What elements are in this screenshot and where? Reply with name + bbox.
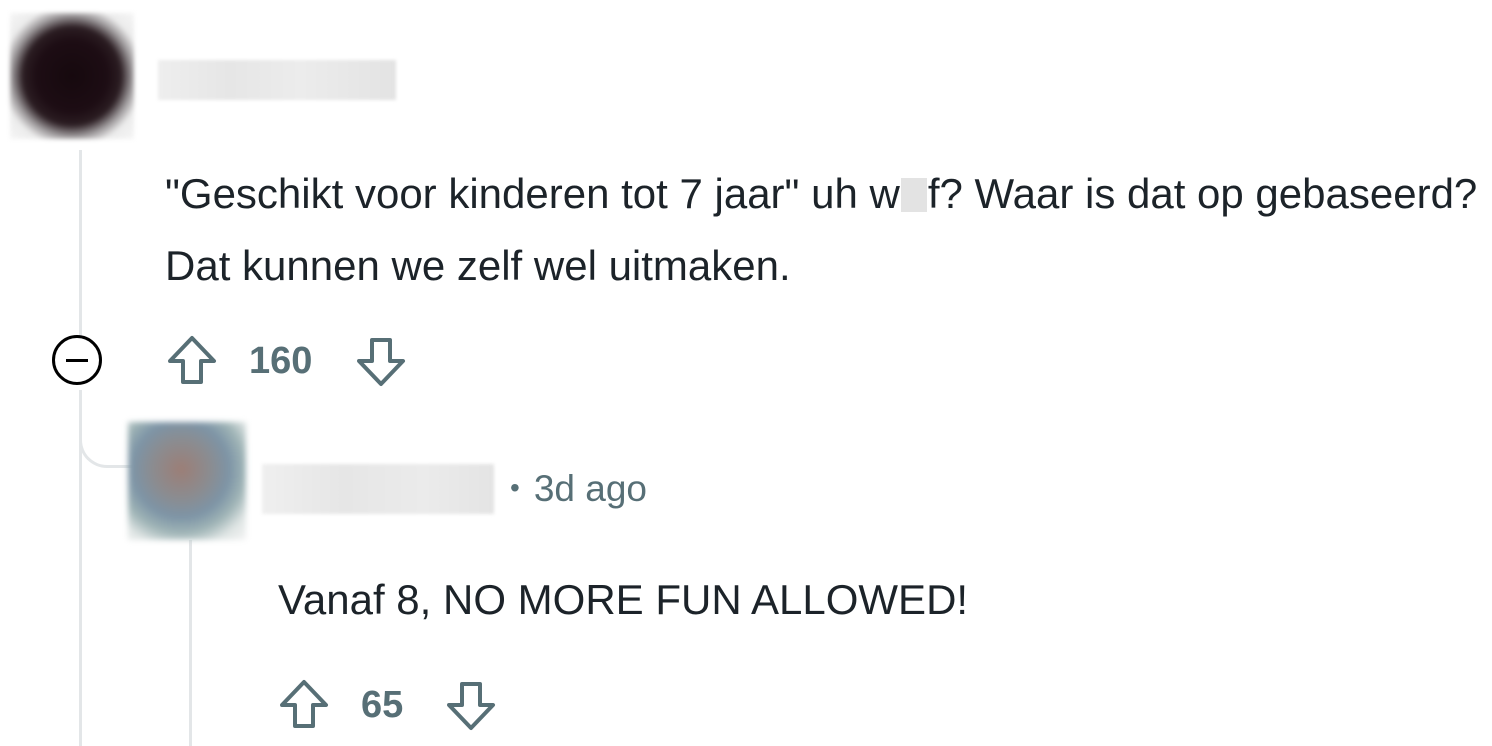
reply-timestamp: 3d ago	[533, 468, 647, 509]
reply-avatar[interactable]	[128, 422, 246, 540]
censored-text	[900, 178, 927, 212]
reply-meta: • 3d ago	[510, 468, 647, 510]
vote-count: 160	[249, 340, 313, 382]
reply-username-redacted[interactable]	[262, 464, 494, 514]
reply-downvote-icon[interactable]	[443, 678, 499, 734]
comment-body: "Geschikt voor kinderen tot 7 jaar" uh w…	[165, 158, 1485, 302]
downvote-icon[interactable]	[353, 334, 409, 390]
reply-vote-count: 65	[361, 684, 404, 726]
meta-separator: •	[510, 472, 520, 503]
avatar[interactable]	[10, 13, 134, 139]
collapse-thread-button[interactable]	[52, 335, 102, 385]
minus-circle-icon	[66, 358, 88, 362]
upvote-icon[interactable]	[164, 332, 220, 388]
thread-line	[79, 150, 82, 340]
reply-thread-line	[189, 540, 192, 746]
reply-body: Vanaf 8, NO MORE FUN ALLOWED!	[278, 576, 969, 623]
reply-upvote-icon[interactable]	[276, 676, 332, 732]
username-redacted[interactable]	[158, 60, 396, 100]
thread-line	[79, 390, 82, 746]
comment-text-part-1: "Geschikt voor kinderen tot 7 jaar" uh w	[165, 170, 900, 217]
